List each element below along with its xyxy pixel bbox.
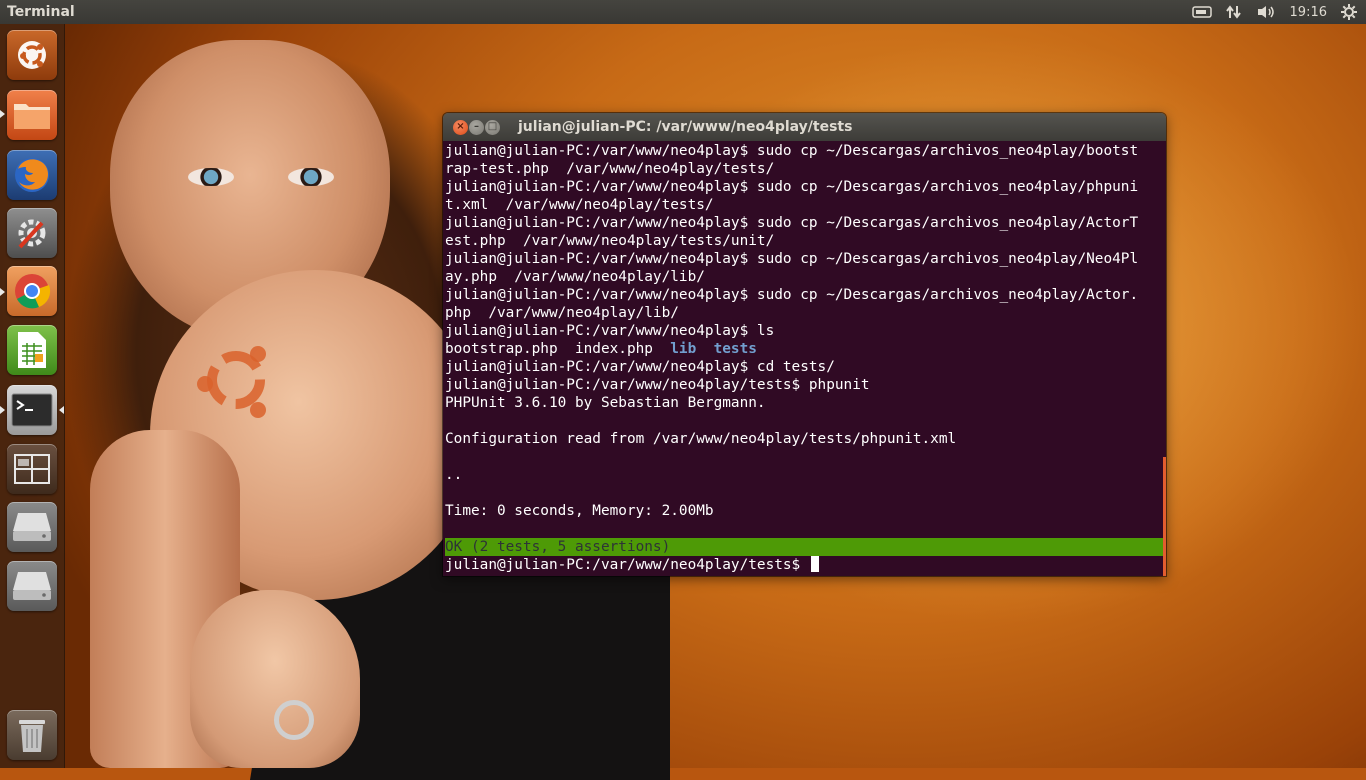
terminal-line: julian@julian-PC:/var/www/neo4play/tests… [445, 377, 870, 393]
launcher-drive-1[interactable] [7, 502, 57, 552]
ubuntu-logo-icon [18, 41, 46, 69]
ubuntu-logo-tattoo-icon [197, 346, 266, 418]
folder-icon [14, 104, 50, 129]
files-running-pip [0, 110, 5, 118]
launcher-libreoffice-calc[interactable] [7, 325, 57, 375]
launcher-firefox[interactable] [7, 150, 57, 200]
terminal-title: julian@julian-PC: /var/www/neo4play/test… [518, 119, 853, 135]
ls-dir-lib: lib [670, 341, 697, 357]
terminal-output[interactable]: julian@julian-PC:/var/www/neo4play$ sudo… [443, 141, 1166, 576]
terminal-line: julian@julian-PC:/var/www/neo4play$ sudo… [445, 251, 1139, 267]
launcher [0, 24, 65, 768]
top-panel: Terminal 19:16 [0, 0, 1366, 24]
terminal-line: julian@julian-PC:/var/www/neo4play$ sudo… [445, 143, 1139, 159]
terminal-prompt-line[interactable]: julian@julian-PC:/var/www/neo4play/tests… [445, 556, 1166, 574]
terminal-titlebar[interactable]: × – □ julian@julian-PC: /var/www/neo4pla… [443, 113, 1166, 141]
close-icon[interactable]: × [453, 119, 468, 135]
launcher-drive-2[interactable] [7, 561, 57, 611]
workspaces-icon [14, 454, 50, 484]
terminal-line: ay.php /var/www/neo4play/lib/ [445, 269, 705, 285]
terminal-line: julian@julian-PC:/var/www/neo4play$ sudo… [445, 179, 1139, 195]
firefox-icon [15, 158, 49, 192]
terminal-running-pip [0, 406, 5, 414]
wallpaper-ring [274, 700, 314, 740]
clock[interactable]: 19:16 [1283, 0, 1334, 24]
minimize-icon[interactable]: – [469, 119, 484, 135]
wallpaper-hand [190, 590, 360, 768]
launcher-workspace-switcher[interactable] [7, 444, 57, 494]
ls-output-line: bootstrap.php index.php lib tests [445, 340, 1166, 358]
wallpaper-eye-left [188, 168, 234, 186]
trash-icon [19, 720, 45, 752]
launcher-files[interactable] [7, 90, 57, 140]
volume-icon[interactable] [1249, 0, 1283, 24]
terminal-line: .. [445, 467, 463, 483]
spreadsheet-icon [18, 332, 46, 368]
ls-files: bootstrap.php index.php [445, 341, 671, 357]
active-app-title: Terminal [7, 4, 75, 20]
keyboard-indicator-icon[interactable] [1185, 0, 1219, 24]
ls-dir-tests: tests [713, 341, 757, 357]
launcher-dash-home[interactable] [7, 30, 57, 80]
indicator-area: 19:16 [1185, 0, 1366, 24]
phpunit-ok-bar: OK (2 tests, 5 assertions) [445, 538, 1164, 556]
terminal-scrollbar[interactable] [1163, 457, 1166, 576]
wallpaper-eye-right [288, 168, 334, 186]
network-icon[interactable] [1219, 0, 1249, 24]
terminal-icon [11, 393, 53, 427]
terminal-prompt: julian@julian-PC:/var/www/neo4play/tests… [445, 557, 809, 573]
launcher-trash[interactable] [7, 710, 57, 760]
text-cursor [810, 556, 819, 572]
settings-tools-icon [18, 219, 46, 249]
maximize-icon[interactable]: □ [485, 119, 500, 135]
hard-drive-icon [13, 513, 51, 541]
terminal-line: julian@julian-PC:/var/www/neo4play$ cd t… [445, 359, 835, 375]
terminal-line: PHPUnit 3.6.10 by Sebastian Bergmann. [445, 395, 766, 411]
session-gear-icon[interactable] [1334, 0, 1366, 24]
launcher-terminal[interactable] [7, 385, 57, 435]
terminal-line: julian@julian-PC:/var/www/neo4play$ sudo… [445, 215, 1139, 231]
terminal-focused-pip [59, 406, 64, 414]
chromium-running-pip [0, 288, 5, 296]
launcher-system-settings[interactable] [7, 208, 57, 258]
terminal-line: est.php /var/www/neo4play/tests/unit/ [445, 233, 775, 249]
terminal-line: php /var/www/neo4play/lib/ [445, 305, 679, 321]
terminal-line: rap-test.php /var/www/neo4play/tests/ [445, 161, 775, 177]
terminal-line: Configuration read from /var/www/neo4pla… [445, 431, 957, 447]
terminal-line: t.xml /var/www/neo4play/tests/ [445, 197, 714, 213]
launcher-chromium[interactable] [7, 266, 57, 316]
terminal-line: julian@julian-PC:/var/www/neo4play$ sudo… [445, 287, 1139, 303]
terminal-line: Time: 0 seconds, Memory: 2.00Mb [445, 503, 714, 519]
terminal-window[interactable]: × – □ julian@julian-PC: /var/www/neo4pla… [443, 113, 1166, 576]
terminal-line: julian@julian-PC:/var/www/neo4play$ ls [445, 323, 775, 339]
window-controls: × – □ [453, 119, 500, 135]
chrome-icon [15, 274, 51, 309]
hard-drive-icon [13, 572, 51, 600]
